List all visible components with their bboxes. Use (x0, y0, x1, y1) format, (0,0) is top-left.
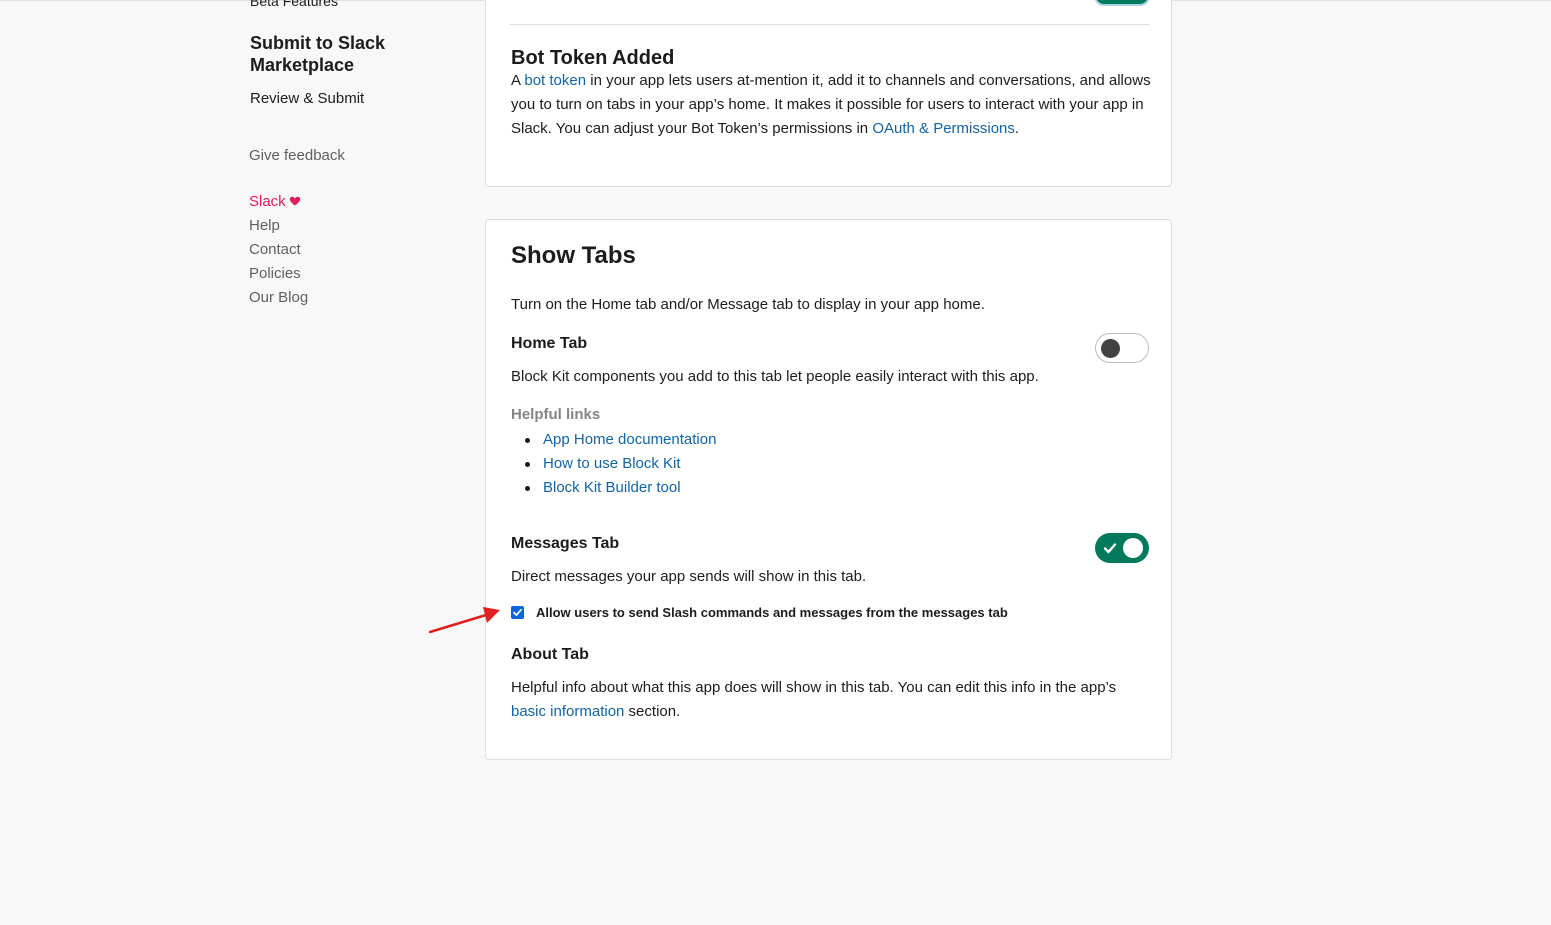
footer-link-contact[interactable]: Contact (249, 238, 308, 262)
messages-tab-description: Direct messages your app sends will show… (511, 568, 867, 585)
about-tab-text-2: section. (624, 703, 681, 720)
toggle-knob (1123, 538, 1143, 558)
annotation-arrow-icon (428, 607, 500, 634)
how-to-use-block-kit-link[interactable]: How to use Block Kit (543, 455, 681, 472)
home-tab-title: Home Tab (511, 335, 588, 352)
block-kit-builder-link[interactable]: Block Kit Builder tool (543, 479, 681, 496)
bot-token-title: Bot Token Added (511, 47, 675, 69)
sidebar-heading-submit-marketplace: Submit to Slack Marketplace (250, 33, 386, 75)
show-tabs-intro: Turn on the Home tab and/or Message tab … (511, 296, 985, 313)
show-tabs-title: Show Tabs (511, 242, 636, 269)
show-tabs-card: Show Tabs Turn on the Home tab and/or Me… (485, 219, 1172, 760)
bot-token-link[interactable]: bot token (524, 72, 586, 89)
bot-token-text-3: . (1014, 120, 1020, 137)
list-item: How to use Block Kit (511, 452, 716, 476)
sidebar-item-beta-features[interactable]: Beta Features (250, 0, 338, 9)
list-item: Block Kit Builder tool (511, 476, 716, 500)
about-tab-description: Helpful info about what this app does wi… (511, 676, 1151, 724)
bot-token-card: Bot Token Added A bot token in your app … (485, 0, 1172, 187)
footer-link-policies[interactable]: Policies (249, 262, 308, 286)
home-tab-toggle[interactable] (1095, 333, 1149, 363)
basic-information-link[interactable]: basic information (511, 703, 624, 720)
bot-toggle-partial[interactable] (1094, 0, 1150, 6)
list-item: App Home documentation (511, 428, 716, 452)
app-home-documentation-link[interactable]: App Home documentation (543, 431, 716, 448)
oauth-permissions-link[interactable]: OAuth & Permissions (872, 120, 1015, 137)
footer-link-slack-label: Slack (249, 193, 286, 210)
check-icon (1103, 543, 1117, 554)
footer-link-slack[interactable]: Slack (249, 190, 308, 214)
section-divider (510, 24, 1149, 25)
messages-tab-title: Messages Tab (511, 535, 620, 552)
footer-link-help[interactable]: Help (249, 214, 308, 238)
about-tab-text-1: Helpful info about what this app does wi… (511, 679, 1117, 696)
give-feedback-link[interactable]: Give feedback (249, 147, 345, 164)
heart-icon (289, 196, 300, 206)
sidebar-footer-links: Slack Help Contact Policies Our Blog (249, 190, 308, 310)
footer-link-our-blog[interactable]: Our Blog (249, 286, 308, 310)
bot-token-text-2: in your app lets users at-mention it, ad… (511, 72, 1151, 137)
bot-token-description: A bot token in your app lets users at-me… (511, 69, 1151, 141)
sidebar-item-review-submit[interactable]: Review & Submit (250, 90, 364, 107)
helpful-links-label: Helpful links (511, 406, 601, 423)
home-tab-description: Block Kit components you add to this tab… (511, 368, 1039, 385)
messages-tab-toggle[interactable] (1095, 533, 1149, 563)
about-tab-title: About Tab (511, 646, 589, 663)
bot-token-text-1: A (511, 72, 525, 89)
toggle-knob (1101, 339, 1120, 358)
allow-slash-commands-label[interactable]: Allow users to send Slash commands and m… (536, 605, 1008, 620)
helpful-links-list: App Home documentation How to use Block … (511, 428, 716, 500)
checkmark-icon (513, 608, 522, 616)
allow-slash-commands-checkbox[interactable] (511, 606, 524, 619)
